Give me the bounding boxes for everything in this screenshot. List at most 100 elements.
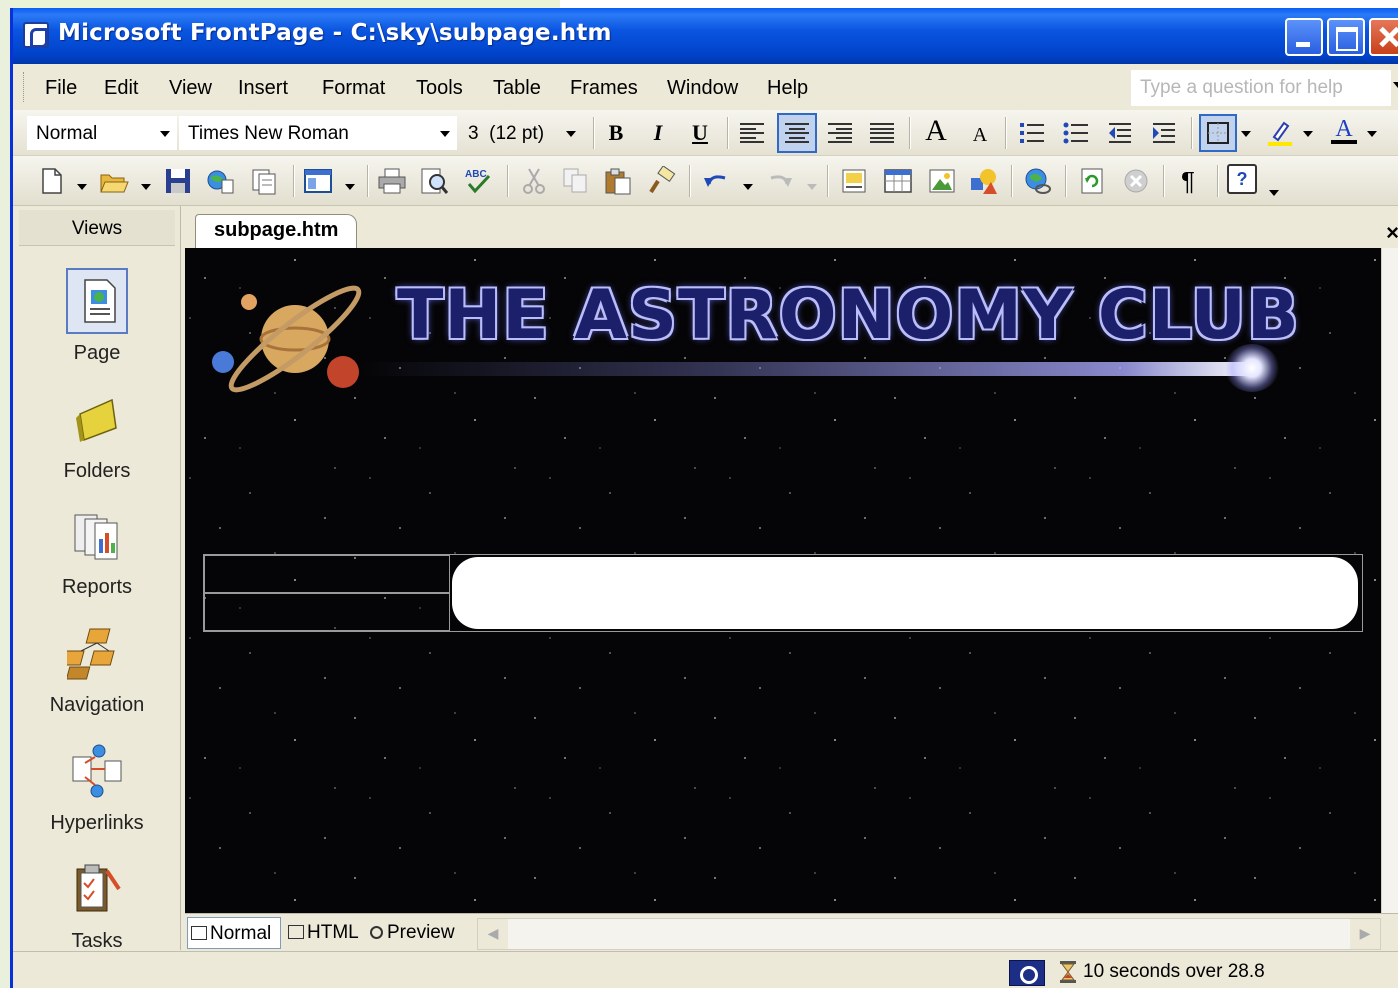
toggle-pane-icon[interactable] [303,166,333,196]
help-question-box[interactable]: Type a question for help [1131,70,1391,106]
undo-icon[interactable] [701,166,731,196]
separator [1011,165,1013,197]
navigation-bar-placeholder[interactable] [452,557,1358,629]
folder-list-icon[interactable] [249,166,279,196]
chevron-down-icon[interactable] [440,131,450,137]
font-color-button[interactable]: A [1327,114,1361,148]
view-tasks[interactable]: Tasks [13,856,181,953]
bullets-button[interactable] [1059,116,1093,150]
font-combo[interactable]: Times New Roman [179,116,457,150]
format-painter-icon[interactable] [647,166,677,196]
menu-file[interactable]: File [45,77,77,100]
help-dropdown-arrow-icon[interactable] [1393,82,1398,88]
menu-help[interactable]: Help [767,77,808,100]
redo-icon[interactable] [765,166,795,196]
help-button[interactable]: ? [1227,164,1257,194]
desktop-strip-top [0,0,560,8]
stop-icon[interactable] [1121,166,1151,196]
cut-icon[interactable] [519,166,549,196]
undo-dropdown-icon[interactable] [743,184,753,190]
menu-grip[interactable] [23,72,26,102]
menu-insert[interactable]: Insert [238,77,288,100]
align-center-button[interactable] [777,113,817,153]
insert-hyperlink-icon[interactable] [1023,166,1053,196]
decrease-indent-button[interactable] [1103,116,1137,150]
view-reports[interactable]: Reports [13,502,181,599]
view-hyperlinks[interactable]: Hyperlinks [13,738,181,835]
help-dropdown-icon[interactable] [1269,190,1279,196]
chevron-down-icon[interactable] [160,131,170,137]
close-button[interactable] [1369,18,1398,56]
maximize-button[interactable] [1327,18,1365,56]
borders-dropdown-icon[interactable] [1241,131,1251,137]
scroll-right-icon[interactable]: ▶ [1350,919,1380,949]
print-preview-icon[interactable] [419,166,449,196]
drawing-icon[interactable] [969,166,999,196]
paste-icon[interactable] [603,166,633,196]
new-dropdown-icon[interactable] [77,184,87,190]
menu-window[interactable]: Window [667,77,738,100]
decrease-font-size-button[interactable]: A [963,118,997,152]
tab-normal[interactable]: Normal [187,917,281,949]
menu-format[interactable]: Format [322,77,385,100]
document-tab[interactable]: subpage.htm [195,214,358,248]
redo-dropdown-icon[interactable] [807,184,817,190]
new-page-icon[interactable] [37,166,67,196]
menu-table[interactable]: Table [493,77,541,100]
insert-table-icon[interactable] [883,166,913,196]
italic-button[interactable]: I [641,116,675,150]
page-editor-canvas[interactable]: THE ASTRONOMY CLUB [185,248,1381,913]
open-folder-icon[interactable] [99,166,129,196]
refresh-icon[interactable] [1077,166,1107,196]
menu-frames[interactable]: Frames [570,77,638,100]
table-cell[interactable] [204,555,450,593]
view-page[interactable]: Page [13,268,181,365]
justify-button[interactable] [865,116,899,150]
align-right-button[interactable] [823,116,857,150]
view-folders[interactable]: Folders [13,386,181,483]
highlight-dropdown-icon[interactable] [1303,131,1313,137]
spelling-icon[interactable]: ABC [463,166,493,196]
menu-tools[interactable]: Tools [416,77,463,100]
frontpage-app-icon[interactable] [23,22,49,48]
bold-button[interactable]: B [599,116,633,150]
bulleted-list-icon [1063,122,1088,144]
save-icon[interactable] [163,166,193,196]
show-all-button[interactable]: ¶ [1171,164,1205,198]
close-document-icon[interactable]: × [1386,220,1398,246]
open-dropdown-icon[interactable] [141,184,151,190]
view-navigation[interactable]: Navigation [13,620,181,717]
web-component-icon[interactable] [839,166,869,196]
chevron-down-icon[interactable] [566,131,576,137]
menu-edit[interactable]: Edit [104,77,138,100]
font-color-dropdown-icon[interactable] [1367,131,1377,137]
server-connection-icon [1009,960,1045,986]
copy-icon[interactable] [561,166,591,196]
style-combo[interactable]: Normal [27,116,177,150]
layout-table[interactable] [203,554,1363,632]
toggle-pane-dropdown-icon[interactable] [345,184,355,190]
vertical-scrollbar[interactable] [1381,248,1398,913]
highlight-button[interactable] [1263,116,1297,150]
underline-button[interactable]: U [683,116,717,150]
title-bar[interactable]: Microsoft FrontPage - C:\sky\subpage.htm [13,8,1398,64]
font-size-combo[interactable]: 3 (12 pt) [459,116,583,150]
increase-font-size-button[interactable]: A [919,114,953,148]
align-left-button[interactable] [735,116,769,150]
tab-preview[interactable]: Preview [367,917,458,949]
minimize-button[interactable] [1285,18,1323,56]
numbering-button[interactable] [1015,116,1049,150]
separator [1217,165,1219,197]
publish-web-icon[interactable] [205,166,235,196]
insert-picture-icon[interactable] [927,166,957,196]
borders-button[interactable] [1199,114,1237,152]
horizontal-scrollbar[interactable]: ◀ ▶ [477,918,1381,950]
tab-html[interactable]: HTML [285,917,362,949]
scroll-left-icon[interactable]: ◀ [478,919,508,949]
table-cell[interactable] [204,593,450,631]
increase-indent-button[interactable] [1147,116,1181,150]
print-icon[interactable] [377,166,407,196]
menu-view[interactable]: View [169,77,212,100]
document-tab-strip: subpage.htm × [185,206,1398,248]
font-value: Times New Roman [188,123,349,144]
